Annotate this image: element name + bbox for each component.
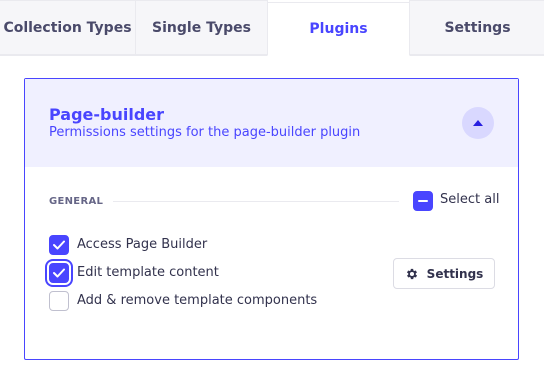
permission-checkbox-add-remove-components[interactable] [49,291,69,311]
select-all-checkbox[interactable] [413,191,433,211]
minus-icon [418,200,428,202]
tab-settings[interactable]: Settings [409,0,544,55]
collapse-button[interactable] [462,107,494,139]
check-icon [53,268,65,278]
gear-icon [406,268,417,279]
tab-list: Collection Types Single Types Plugins Se… [0,0,544,56]
section-divider [113,201,399,202]
tab-single-types[interactable]: Single Types [135,0,268,55]
settings-button-label: Settings [426,266,484,281]
section-label-general: GENERAL [49,196,104,207]
chevron-up-icon [473,120,483,126]
plugin-title: Page-builder [49,105,165,124]
permission-label-edit-template-content[interactable]: Edit template content [77,265,219,280]
tab-collection-types[interactable]: Collection Types [0,0,136,55]
permission-checkbox-access-page-builder[interactable] [49,235,69,255]
permission-checkbox-edit-template-content[interactable] [49,263,69,283]
tab-plugins[interactable]: Plugins [267,2,410,56]
permission-label-add-remove-components[interactable]: Add & remove template components [77,293,317,308]
plugin-subtitle: Permissions settings for the page-builde… [49,125,361,140]
plugin-permissions-card: Page-builder Permissions settings for th… [24,78,519,360]
plugin-header[interactable]: Page-builder Permissions settings for th… [25,79,518,167]
check-icon [53,240,65,250]
select-all-label[interactable]: Select all [440,192,499,207]
permission-label-access-page-builder[interactable]: Access Page Builder [77,237,207,252]
condition-settings-button[interactable]: Settings [393,258,495,289]
